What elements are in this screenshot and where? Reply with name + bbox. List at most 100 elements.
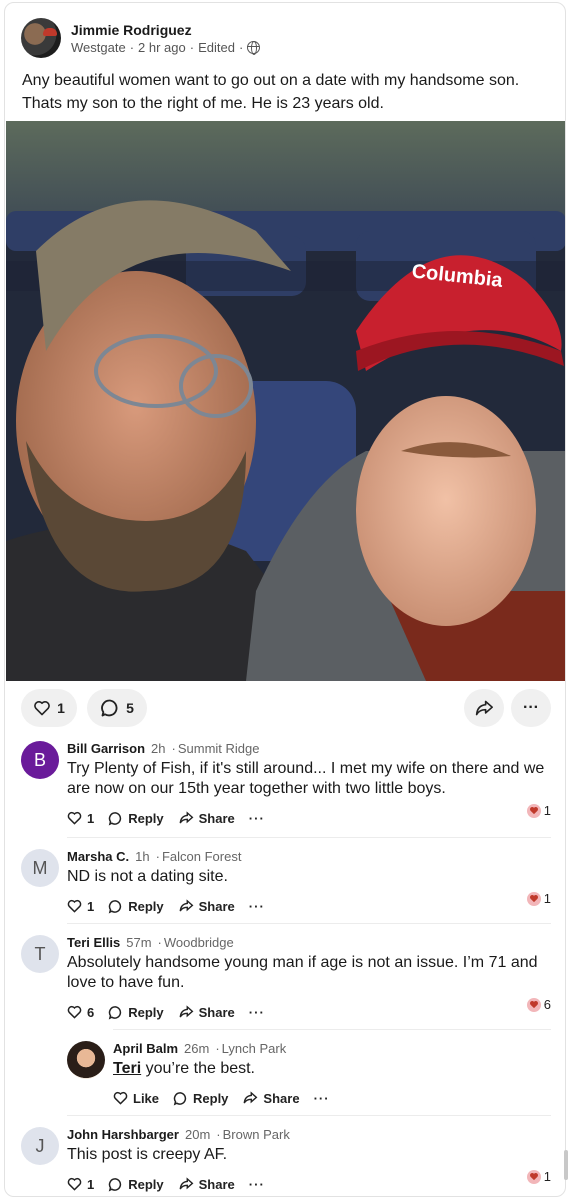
divider — [67, 923, 551, 924]
more-options-button[interactable]: ··· — [511, 689, 551, 727]
comment-button[interactable]: 5 — [87, 689, 147, 727]
post-photo[interactable]: Columbia — [6, 121, 565, 681]
comment-like-button[interactable]: 6 — [67, 1005, 94, 1020]
comment-time: 1h — [135, 849, 150, 864]
commenter-location[interactable]: Lynch Park — [222, 1041, 287, 1056]
commenter-location[interactable]: Falcon Forest — [162, 849, 241, 864]
commenter-location[interactable]: Woodbridge — [164, 935, 234, 950]
commenter-name[interactable]: Bill Garrison — [67, 741, 145, 756]
commenter-avatar[interactable]: T — [21, 935, 59, 973]
commenter-name[interactable]: April Balm — [113, 1041, 178, 1056]
post-meta: Westgate · 2 hr ago · Edited · — [71, 39, 261, 55]
scrollbar-thumb[interactable] — [564, 1150, 568, 1180]
comment-like-count: 1 — [87, 810, 95, 826]
post-text: Any beautiful women want to go out on a … — [22, 72, 520, 112]
comment-like-count: 6 — [87, 1004, 95, 1020]
separator: · — [155, 849, 160, 864]
comment-share-button[interactable]: Share — [242, 1091, 300, 1106]
reply-bubble-icon — [108, 1177, 122, 1192]
reply-bubble-icon — [108, 811, 122, 826]
divider — [67, 837, 551, 838]
comment-share-button[interactable]: Share — [178, 899, 235, 914]
comment-share-button[interactable]: Share — [178, 1177, 235, 1192]
mention-link[interactable]: Teri — [113, 1060, 141, 1077]
comment-time: 20m — [184, 1127, 211, 1142]
comment-reply-button[interactable]: Reply — [173, 1091, 228, 1106]
comment-share-button[interactable]: Share — [178, 1005, 235, 1020]
comment-more-button[interactable]: ··· — [249, 1005, 265, 1020]
heart-outline-icon — [67, 1005, 82, 1019]
commenter-avatar[interactable]: J — [21, 1127, 59, 1165]
like-button[interactable]: 1 — [21, 689, 77, 727]
heart-reaction-icon — [526, 1169, 541, 1184]
comment-reply-button[interactable]: Reply — [108, 811, 164, 826]
comment-text: Try Plenty of Fish, if it's still around… — [67, 760, 545, 797]
comment-reply-button[interactable]: Reply — [108, 899, 164, 914]
comment-more-button[interactable]: ··· — [249, 899, 265, 914]
post-location[interactable]: Westgate — [71, 40, 126, 55]
comment-more-button[interactable]: ··· — [249, 1177, 265, 1192]
heart-outline-icon — [34, 701, 50, 716]
post-header: Jimmie Rodriguez Westgate · 2 hr ago · E… — [21, 17, 261, 59]
share-button[interactable] — [464, 689, 504, 727]
comment-text: Absolutely handsome young man if age is … — [67, 954, 538, 991]
post-time: 2 hr ago — [138, 39, 186, 55]
heart-reaction-icon — [526, 997, 541, 1012]
edited-label: Edited — [198, 39, 235, 55]
comment-time: 26m — [184, 1041, 210, 1056]
reaction-summary[interactable]: 1 — [526, 1169, 551, 1184]
comment-time: 2h — [151, 741, 166, 756]
comment-text: This post is creepy AF. — [67, 1146, 228, 1163]
heart-reaction-icon — [526, 891, 541, 906]
comment-more-button[interactable]: ··· — [249, 811, 265, 826]
divider — [67, 1115, 551, 1116]
post-actions: 1 5 ··· — [21, 689, 551, 729]
comment-bubble-icon — [101, 699, 118, 717]
commenter-location[interactable]: Summit Ridge — [178, 741, 260, 756]
heart-reaction-icon — [526, 803, 541, 818]
commenter-avatar[interactable]: M — [21, 849, 59, 887]
more-icon: ··· — [523, 699, 539, 716]
share-arrow-icon — [179, 1177, 194, 1190]
author-name[interactable]: Jimmie Rodriguez — [71, 22, 260, 38]
comment-like-button[interactable]: 1 — [67, 811, 94, 826]
comment-like-count: 1 — [87, 898, 95, 914]
commenter-name[interactable]: Teri Ellis — [67, 935, 120, 950]
separator: · — [171, 741, 176, 756]
comment-like-button[interactable]: 1 — [67, 899, 94, 914]
comment-text: Teri you’re the best. — [113, 1060, 255, 1077]
commenter-avatar[interactable]: B — [21, 741, 59, 779]
separator: · — [157, 935, 162, 950]
reaction-summary[interactable]: 1 — [526, 891, 551, 906]
separator: · — [238, 39, 244, 55]
commenter-name[interactable]: John Harshbarger — [67, 1127, 179, 1142]
separator: · — [129, 39, 135, 55]
commenter-avatar[interactable] — [67, 1041, 105, 1079]
separator: · — [216, 1127, 221, 1142]
separator: · — [215, 1041, 220, 1056]
separator: · — [189, 39, 195, 55]
comment-time: 57m — [126, 935, 152, 950]
comment-reply-button[interactable]: Reply — [108, 1177, 164, 1192]
commenter-location[interactable]: Brown Park — [223, 1127, 290, 1142]
heart-outline-icon — [67, 811, 82, 825]
reaction-summary[interactable]: 6 — [526, 997, 551, 1012]
comment-like-button[interactable]: Like — [113, 1091, 159, 1106]
share-arrow-icon — [179, 1005, 194, 1018]
commenter-name[interactable]: Marsha C. — [67, 849, 129, 864]
reaction-summary[interactable]: 1 — [526, 803, 551, 818]
comment-reply-button[interactable]: Reply — [108, 1005, 164, 1020]
comment-like-button[interactable]: 1 — [67, 1177, 94, 1192]
comment-more-button[interactable]: ··· — [314, 1091, 330, 1106]
heart-outline-icon — [67, 899, 82, 913]
comment-count: 5 — [126, 700, 134, 716]
comment-share-button[interactable]: Share — [178, 811, 235, 826]
author-avatar[interactable] — [21, 18, 61, 58]
reply-bubble-icon — [173, 1091, 187, 1106]
reply-bubble-icon — [108, 899, 122, 914]
divider — [113, 1029, 551, 1030]
heart-outline-icon — [113, 1091, 128, 1105]
share-arrow-icon — [243, 1091, 258, 1104]
share-arrow-icon — [179, 899, 194, 912]
like-count: 1 — [57, 700, 65, 716]
